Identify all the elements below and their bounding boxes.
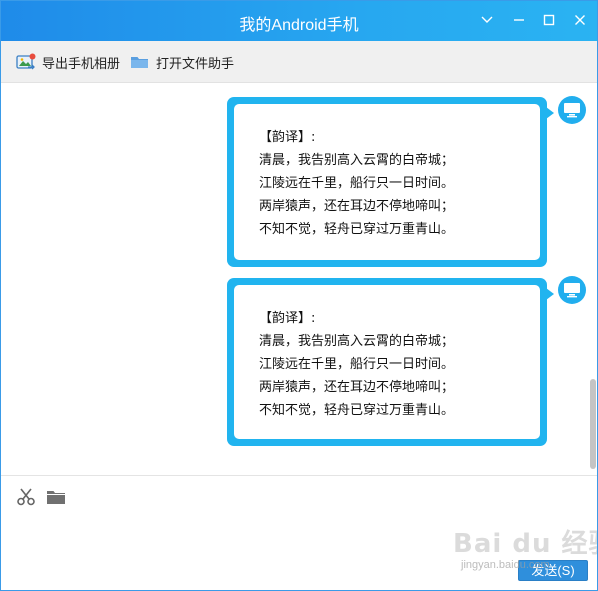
message-line: 江陵远在千里，船行只一日时间。 <box>259 357 455 372</box>
message-line: 清晨，我告别高入云霄的白帝城； <box>259 334 455 349</box>
chat-scrollbar[interactable] <box>588 83 597 475</box>
close-icon <box>575 15 585 25</box>
close-button[interactable] <box>569 9 591 31</box>
minimize-icon <box>514 19 524 21</box>
computer-monitor-icon <box>564 103 580 118</box>
chat-message-area[interactable]: 【韵译】: 清晨，我告别高入云霄的白帝城； 江陵远在千里，船行只一日时间。 两岸… <box>1 83 597 475</box>
bubble-tail <box>546 288 554 300</box>
bubble-tail <box>546 107 554 119</box>
folder-icon <box>47 491 65 504</box>
export-album-button[interactable]: 导出手机相册 <box>16 53 120 71</box>
open-file-assistant-button[interactable]: 打开文件助手 <box>130 53 234 71</box>
export-album-label: 导出手机相册 <box>42 55 121 71</box>
message-line: 两岸猿声，还在耳边不停地啼叫； <box>259 199 455 214</box>
app-window: 我的Android手机 导出手机相册 打开文件助手 【韵译】: 清晨，我告别高入… <box>0 0 598 591</box>
message-input-area[interactable]: 发送(S) <box>1 475 597 590</box>
sender-avatar <box>558 96 586 124</box>
message-bubble[interactable]: 【韵译】: 清晨，我告别高入云霄的白帝城； 江陵远在千里，船行只一日时间。 两岸… <box>227 97 554 267</box>
message-line: 【韵译】: <box>259 311 316 326</box>
menu-dropdown-button[interactable] <box>476 9 498 31</box>
message-line: 两岸猿声，还在耳边不停地啼叫； <box>259 380 455 395</box>
message-line: 江陵远在千里，船行只一日时间。 <box>259 176 455 191</box>
toolbar: 导出手机相册 打开文件助手 <box>1 41 597 83</box>
message-content: 【韵译】: 清晨，我告别高入云霄的白帝城； 江陵远在千里，船行只一日时间。 两岸… <box>234 104 540 260</box>
chevron-down-icon <box>481 16 493 23</box>
message-line: 不知不觉，轻舟已穿过万重青山。 <box>259 403 455 418</box>
file-assistant-label: 打开文件助手 <box>156 55 235 71</box>
title-bar[interactable]: 我的Android手机 <box>1 1 597 41</box>
maximize-icon <box>543 14 555 26</box>
scrollbar-thumb[interactable] <box>590 379 596 469</box>
send-button[interactable]: 发送(S) <box>518 560 588 581</box>
message-bubble[interactable]: 【韵译】: 清晨，我告别高入云霄的白帝城； 江陵远在千里，船行只一日时间。 两岸… <box>227 278 554 446</box>
sender-avatar <box>558 276 586 304</box>
folder-icon <box>131 57 148 68</box>
message-line: 清晨，我告别高入云霄的白帝城； <box>259 153 455 168</box>
screenshot-button[interactable] <box>16 488 36 506</box>
photo-export-icon <box>16 53 36 70</box>
scissors-icon <box>17 488 35 506</box>
maximize-button[interactable] <box>538 9 560 31</box>
computer-monitor-icon <box>564 283 580 298</box>
message-line: 不知不觉，轻舟已穿过万重青山。 <box>259 222 455 237</box>
minimize-button[interactable] <box>508 9 530 31</box>
message-line: 【韵译】: <box>259 130 316 145</box>
message-content: 【韵译】: 清晨，我告别高入云霄的白帝城； 江陵远在千里，船行只一日时间。 两岸… <box>234 285 540 439</box>
send-file-button[interactable] <box>46 488 66 506</box>
